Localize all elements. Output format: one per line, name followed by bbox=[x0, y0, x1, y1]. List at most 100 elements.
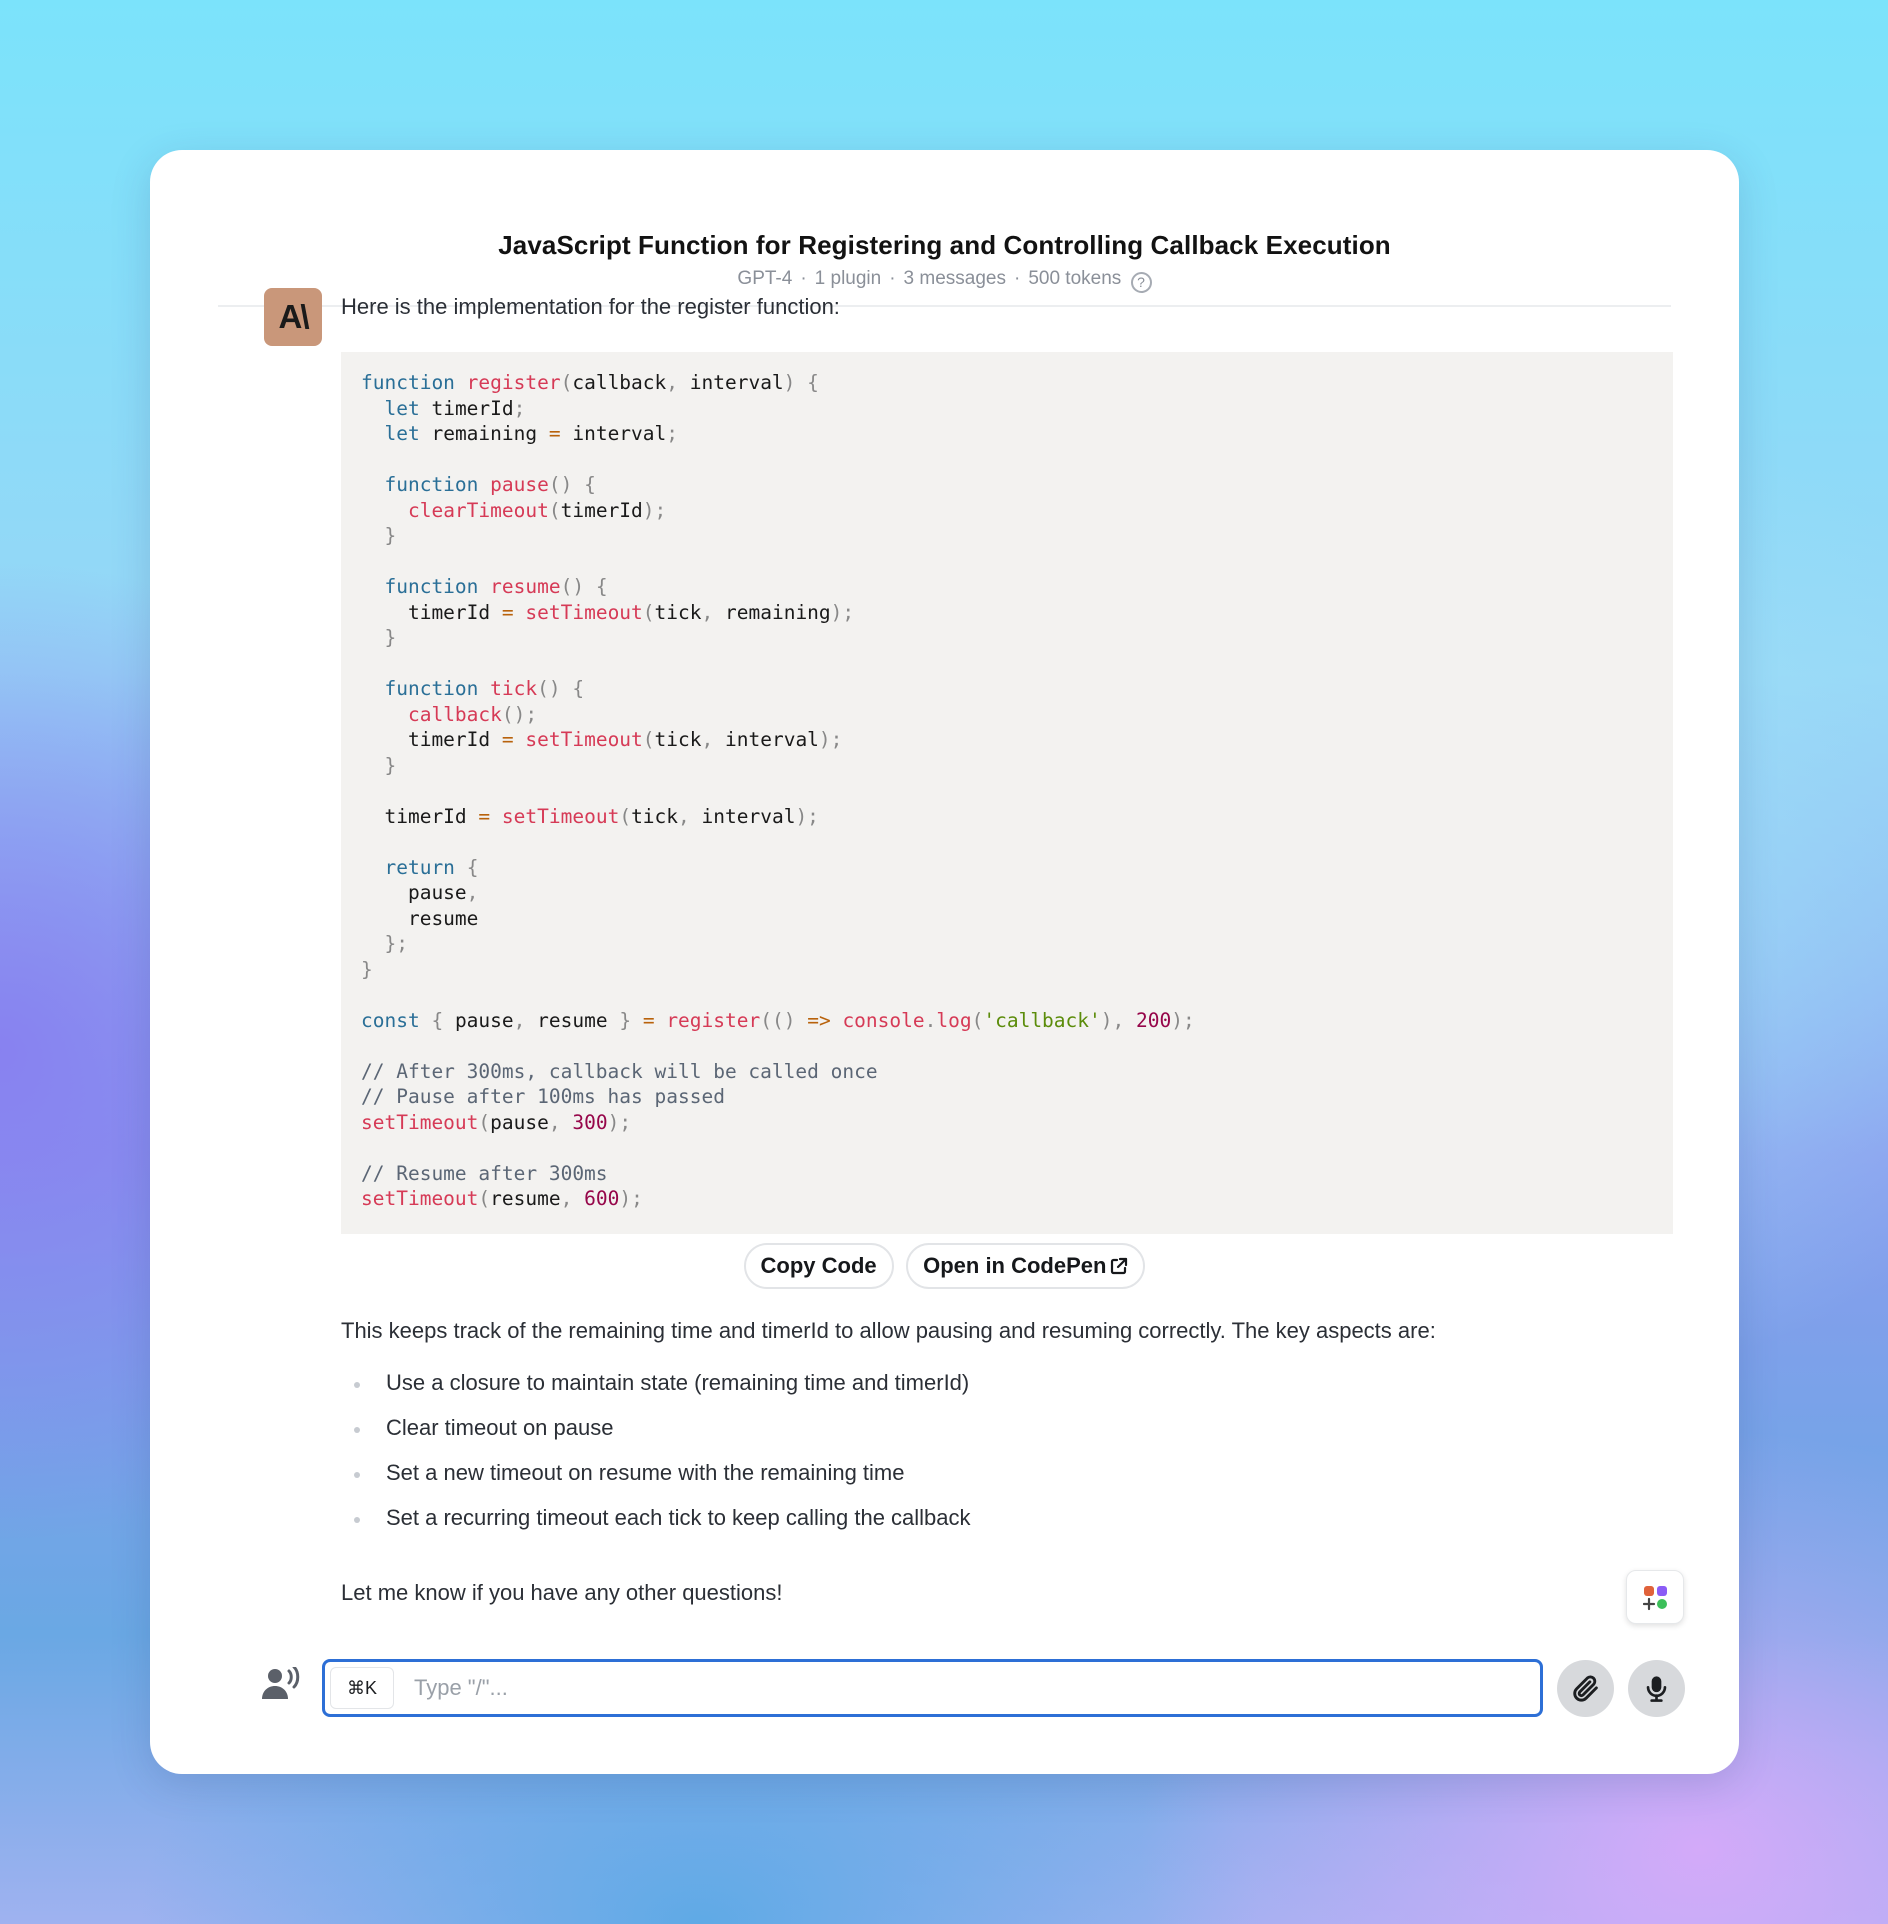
code-line: resume bbox=[361, 906, 1653, 932]
code-token: // Pause after 100ms has passed bbox=[361, 1085, 725, 1108]
code-token: ; bbox=[513, 396, 526, 420]
message-intro: Here is the implementation for the regis… bbox=[341, 294, 840, 319]
code-token: setTimeout bbox=[525, 600, 643, 624]
code-token: => bbox=[807, 1008, 831, 1032]
code-token: , bbox=[701, 600, 725, 624]
question-circle-icon[interactable]: ? bbox=[1130, 272, 1152, 293]
code-token: pause bbox=[490, 473, 549, 496]
copy-code-label: Copy Code bbox=[760, 1253, 877, 1278]
code-token: console bbox=[842, 1008, 925, 1032]
code-line: timerId = setTimeout(tick, remaining); bbox=[361, 600, 1653, 626]
code-token: timerId bbox=[361, 804, 479, 828]
code-token: log bbox=[936, 1008, 972, 1032]
code-token: 600 bbox=[584, 1187, 620, 1210]
plugin-count: 1 plugin bbox=[814, 268, 882, 289]
code-token: tick bbox=[654, 600, 702, 624]
code-line: function pause() { bbox=[361, 472, 1653, 498]
code-token: timerId bbox=[419, 396, 514, 420]
code-token: () { bbox=[537, 677, 585, 700]
code-token: timerId bbox=[361, 728, 502, 751]
code-line: clearTimeout(timerId); bbox=[361, 498, 1653, 524]
code-token: ( bbox=[548, 498, 561, 522]
code-token: return bbox=[384, 855, 455, 879]
code-token: interval bbox=[689, 371, 784, 394]
code-token: interval bbox=[560, 422, 667, 445]
code-token: interval bbox=[701, 804, 796, 828]
code-line: let remaining = interval; bbox=[361, 421, 1653, 447]
apps-button[interactable] bbox=[1626, 1570, 1684, 1624]
apps-grid-icon bbox=[1643, 1586, 1667, 1611]
message-input[interactable] bbox=[414, 1670, 1514, 1706]
avatar: A\ bbox=[264, 288, 322, 346]
chat-meta: GPT-4 · 1 plugin · 3 messages · 500 tokens ? bbox=[184, 268, 1705, 293]
code-token: // After 300ms, callback will be called … bbox=[361, 1059, 878, 1083]
code-token: const bbox=[361, 1008, 420, 1032]
page-title: JavaScript Function for Registering and … bbox=[498, 230, 1391, 260]
code-block: function register(callback, interval) { … bbox=[341, 352, 1673, 1234]
code-line: pause, bbox=[361, 880, 1653, 906]
code-line: function tick() { bbox=[361, 676, 1653, 702]
code-token: = bbox=[501, 600, 514, 624]
code-token: ( bbox=[642, 600, 655, 624]
list-item: Use a closure to maintain state (remaini… bbox=[341, 1368, 971, 1413]
code-token: ( bbox=[560, 371, 573, 394]
open-in-codepen-button[interactable]: Open in CodePen bbox=[906, 1243, 1146, 1289]
voice-mode-icon[interactable] bbox=[262, 1665, 302, 1706]
code-token: ( bbox=[619, 804, 632, 828]
code-line: setTimeout(resume, 600); bbox=[361, 1186, 1653, 1212]
separator-dot: · bbox=[800, 268, 807, 289]
code-token: , bbox=[513, 1008, 538, 1032]
code-token: 200 bbox=[1136, 1008, 1172, 1032]
code-token: function bbox=[384, 575, 479, 598]
code-token: } bbox=[361, 957, 373, 981]
code-token: , bbox=[666, 371, 690, 394]
message-composer: ⌘K bbox=[322, 1659, 1543, 1717]
code-token: tick bbox=[654, 728, 702, 751]
attach-button[interactable] bbox=[1557, 1660, 1614, 1717]
message-outro: Let me know if you have any other questi… bbox=[341, 1580, 783, 1605]
code-token: function bbox=[384, 473, 479, 496]
copy-code-button[interactable]: Copy Code bbox=[743, 1243, 894, 1289]
code-token: setTimeout bbox=[501, 804, 620, 828]
microphone-button[interactable] bbox=[1628, 1660, 1685, 1717]
key-aspects-list: Use a closure to maintain state (remaini… bbox=[341, 1368, 971, 1548]
code-line: // Resume after 300ms bbox=[361, 1161, 1653, 1187]
code-line: timerId = setTimeout(tick, interval); bbox=[361, 804, 1653, 830]
code-line: callback(); bbox=[361, 702, 1653, 728]
list-item: Clear timeout on pause bbox=[341, 1413, 971, 1458]
code-token: , bbox=[701, 728, 725, 751]
code-token: pause bbox=[454, 1008, 514, 1032]
code-token: ); bbox=[642, 498, 667, 522]
code-token: () { bbox=[560, 575, 608, 598]
microphone-icon bbox=[1646, 1676, 1667, 1702]
command-shortcut-badge[interactable]: ⌘K bbox=[330, 1667, 394, 1709]
code-token: resume bbox=[537, 1008, 620, 1032]
code-token: ); bbox=[830, 600, 855, 624]
code-token: pause bbox=[490, 1110, 549, 1134]
code-token: ); bbox=[1171, 1008, 1195, 1032]
token-count: 500 tokens bbox=[1028, 268, 1122, 289]
code-token: tick bbox=[490, 677, 538, 700]
code-token: ( bbox=[478, 1110, 491, 1134]
list-item: Set a new timeout on resume with the rem… bbox=[341, 1458, 971, 1503]
code-token: timerId bbox=[560, 498, 643, 522]
code-token: let bbox=[384, 396, 420, 420]
separator-dot: · bbox=[1014, 268, 1021, 289]
